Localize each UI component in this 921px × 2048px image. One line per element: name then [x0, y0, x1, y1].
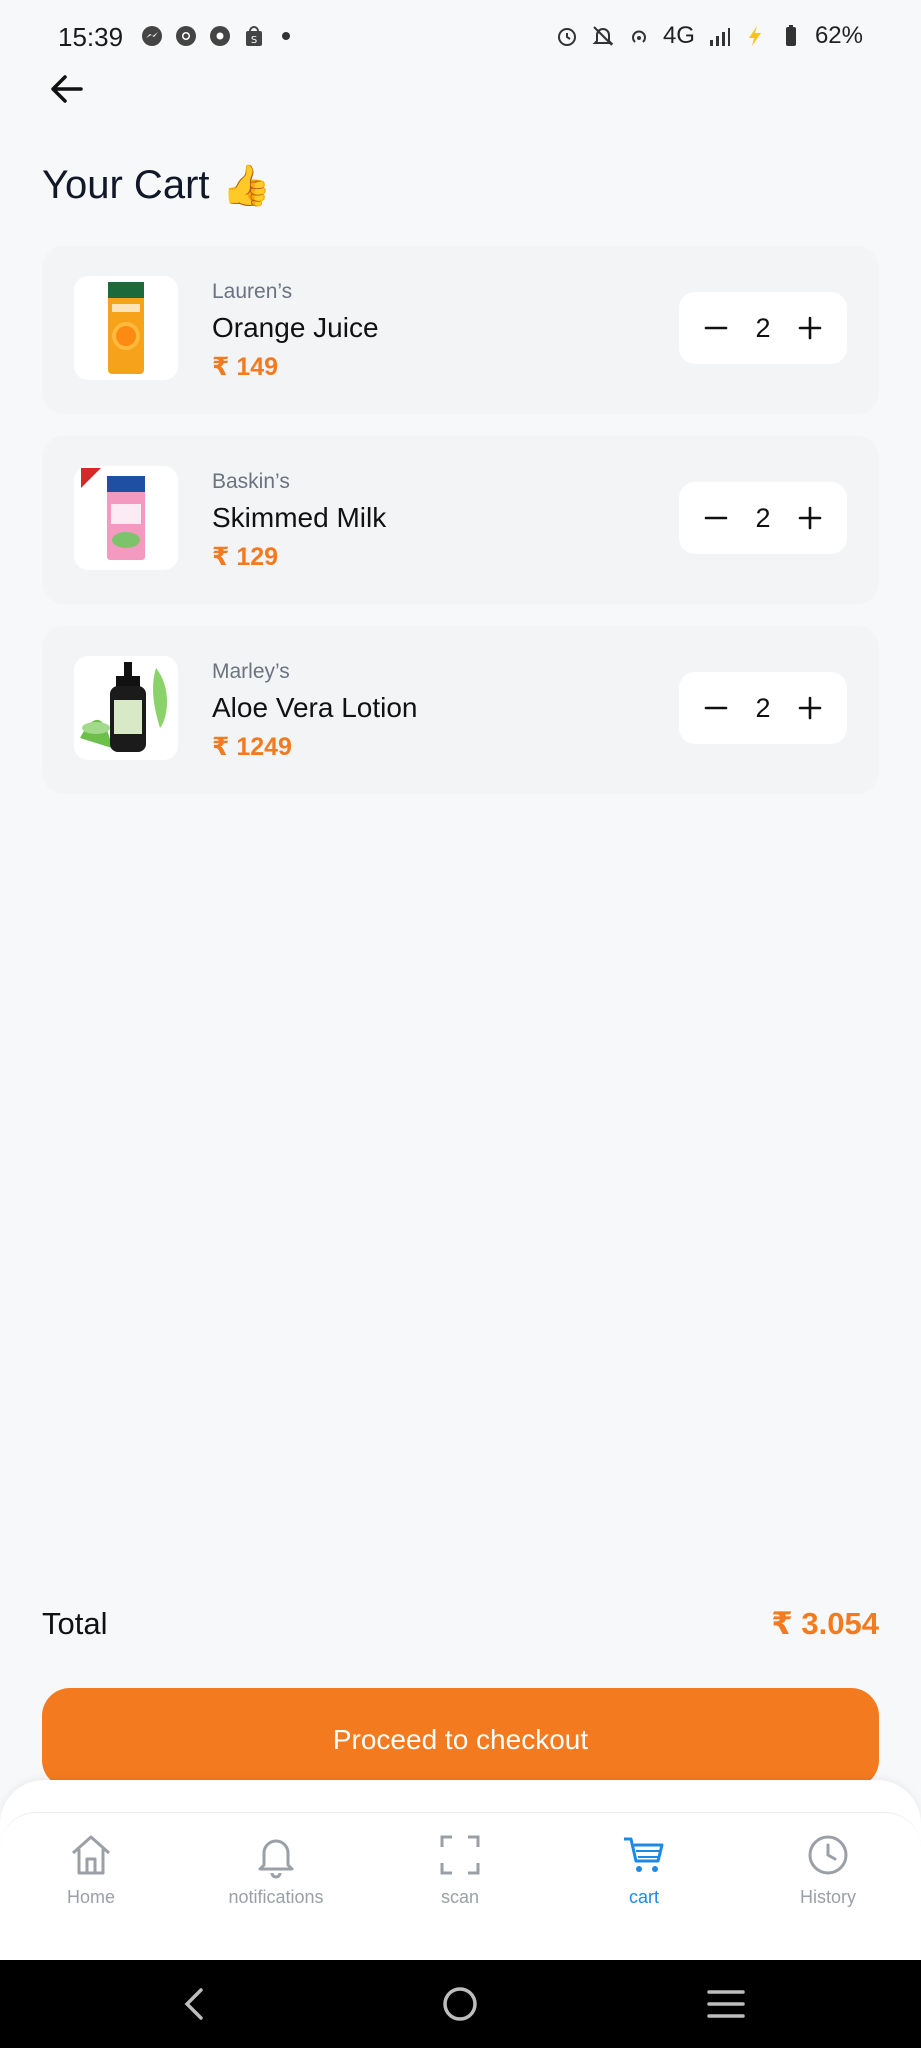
item-name: Aloe Vera Lotion [212, 692, 418, 723]
system-home-button[interactable] [438, 1982, 482, 2026]
cart-item[interactable]: Lauren’s Orange Juice ₹ 149 2 [42, 246, 879, 414]
circle-home-icon [443, 1987, 477, 2021]
page-title-text: Your Cart [42, 163, 210, 207]
system-nav-bar [0, 1960, 921, 2048]
status-time: 15:39 [58, 22, 124, 52]
cart-item[interactable]: Marley’s Aloe Vera Lotion ₹ 1249 2 [42, 626, 879, 794]
svg-text:S: S [251, 35, 257, 46]
messenger-icon [142, 26, 162, 46]
item-brand: Lauren’s [212, 280, 293, 303]
system-back-button[interactable] [172, 1982, 216, 2026]
decrease-button[interactable] [699, 311, 733, 345]
total-value: ₹ 3.054 [771, 1606, 879, 1641]
minus-icon [704, 326, 728, 330]
home-icon [67, 1831, 115, 1879]
quantity-value: 2 [755, 502, 771, 533]
cart-screen: 15:39 S 4G 62% Your Cart 👍 Lauren’s Oran… [0, 0, 921, 2048]
battery-percent: 62% [814, 22, 863, 49]
nav-item-history[interactable]: History [753, 1831, 903, 1908]
quantity-value: 2 [755, 692, 771, 723]
item-brand: Marley’s [212, 660, 290, 683]
shop-icon: S [246, 26, 262, 46]
clock-icon [804, 1831, 852, 1879]
back-button[interactable] [44, 66, 90, 112]
bottom-nav: Home notifications scan cart History [0, 1780, 921, 1960]
status-left-icons: S [140, 24, 290, 48]
cart-item[interactable]: Baskin’s Skimmed Milk ₹ 129 2 [42, 436, 879, 604]
item-price: ₹ 1249 [212, 733, 292, 761]
notification-dot [282, 32, 290, 40]
system-recents-button[interactable] [704, 1982, 748, 2026]
nav-item-scan[interactable]: scan [385, 1831, 535, 1908]
menu-lines-icon [707, 1990, 745, 2018]
thumbs-up-emoji: 👍 [221, 164, 272, 208]
total-label: Total [42, 1606, 108, 1641]
checkout-label: Proceed to checkout [332, 1724, 589, 1755]
battery-icon [785, 25, 796, 46]
quantity-stepper: 2 [679, 672, 847, 744]
nav-label: scan [440, 1887, 480, 1907]
arrow-left-icon [51, 75, 83, 103]
cart-list: Lauren’s Orange Juice ₹ 149 2 Baskin’s S… [42, 246, 879, 816]
bell-icon [252, 1831, 300, 1879]
item-price: ₹ 129 [212, 543, 279, 571]
item-name: Skimmed Milk [212, 502, 387, 533]
minus-icon [704, 706, 728, 710]
signal-icon [709, 28, 730, 46]
minus-icon [704, 516, 728, 520]
decrease-button[interactable] [699, 501, 733, 535]
alarm-icon [557, 28, 576, 46]
nav-item-notifications[interactable]: notifications [201, 1831, 351, 1908]
product-image-orange-juice [74, 276, 178, 380]
settings-icon [210, 26, 230, 46]
nav-label: cart [628, 1887, 659, 1907]
chrome-icon [176, 26, 196, 46]
charging-icon [748, 26, 761, 46]
status-bar: 15:39 S 4G 62% [0, 0, 921, 78]
bottom-nav-bar: Home notifications scan cart History [0, 1812, 921, 1960]
plus-icon [798, 506, 822, 530]
nav-label: History [799, 1887, 856, 1907]
bell-off-icon [592, 26, 614, 46]
increase-button[interactable] [793, 691, 827, 725]
chevron-left-icon [184, 1988, 203, 2020]
plus-icon [798, 696, 822, 720]
nav-item-cart[interactable]: cart [569, 1831, 719, 1908]
network-type: 4G [662, 22, 695, 49]
cart-icon [620, 1831, 668, 1879]
quantity-stepper: 2 [679, 482, 847, 554]
quantity-stepper: 2 [679, 292, 847, 364]
item-price: ₹ 149 [212, 353, 279, 381]
quantity-value: 2 [755, 312, 771, 343]
increase-button[interactable] [793, 501, 827, 535]
nav-item-home[interactable]: Home [16, 1831, 166, 1908]
scan-icon [436, 1831, 484, 1879]
plus-icon [798, 316, 822, 340]
nav-label: notifications [228, 1887, 324, 1907]
decrease-button[interactable] [699, 691, 733, 725]
item-name: Orange Juice [212, 312, 379, 343]
hotspot-icon [631, 30, 646, 43]
checkout-button[interactable]: Proceed to checkout [42, 1688, 879, 1788]
increase-button[interactable] [793, 311, 827, 345]
product-image-skimmed-milk [74, 466, 178, 570]
nav-label: Home [66, 1887, 115, 1907]
page-title: Your Cart 👍 [42, 162, 271, 209]
status-right: 4G 62% [555, 22, 863, 50]
product-image-aloe-vera-lotion [74, 656, 178, 760]
item-brand: Baskin’s [212, 470, 290, 493]
